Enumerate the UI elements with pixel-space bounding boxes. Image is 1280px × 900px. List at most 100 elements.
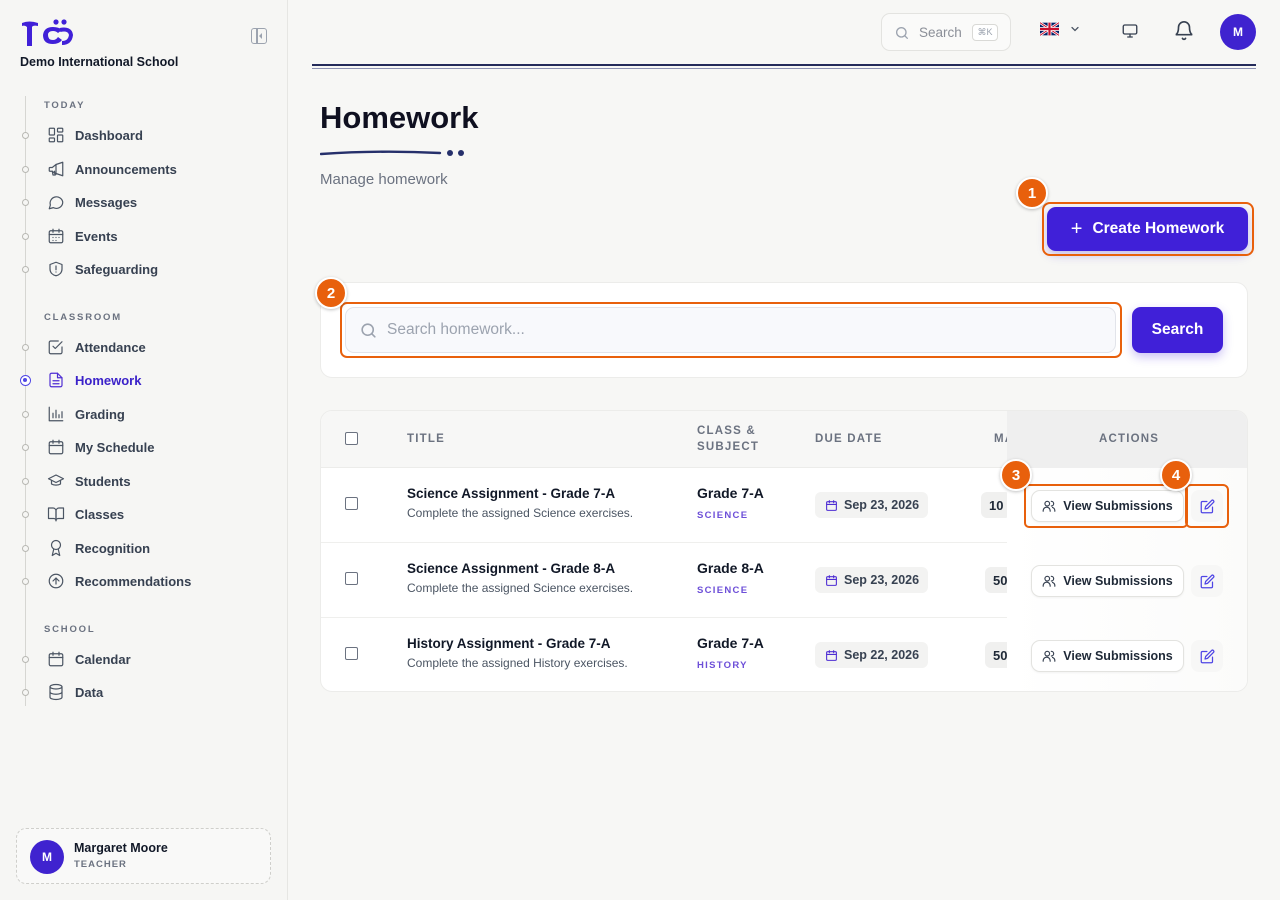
sidebar-item-calendar[interactable]: Calendar [0,646,270,672]
sidebar-item-announcements[interactable]: Announcements [0,156,270,182]
nav-dot [22,577,29,585]
view-submissions-button[interactable]: View Submissions [1031,640,1184,672]
keyboard-shortcut-badge: ⌘K [972,24,998,41]
sidebar-item-events[interactable]: Events [0,223,270,249]
bell-icon [1175,21,1193,41]
chevron-down-icon [1071,26,1079,32]
column-header-subject: SUBJECT [697,441,760,453]
avatar: M [30,840,64,874]
due-date-text: Sep 22, 2026 [844,648,920,662]
user-role: TEACHER [74,859,127,870]
view-submissions-button[interactable]: View Submissions [1031,490,1184,522]
sidebar-item-safeguarding[interactable]: Safeguarding [0,256,270,282]
edit-homework-button[interactable] [1191,490,1223,522]
bar-chart-icon [47,405,65,423]
edit-homework-button[interactable] [1191,640,1223,672]
users-icon [1042,650,1056,662]
sidebar-item-recognition[interactable]: Recognition [0,535,270,561]
sidebar: Demo International School TODAY Dashboar… [0,0,288,900]
header-divider [312,64,1256,69]
due-date-text: Sep 23, 2026 [844,498,920,512]
sidebar-item-label: Announcements [75,161,177,177]
sidebar-item-label: Recommendations [75,573,192,589]
homework-description: Complete the assigned Science exercises. [407,506,634,520]
book-icon [47,505,65,523]
section-label-school: SCHOOL [44,624,96,635]
due-date-badge: Sep 23, 2026 [815,567,929,593]
collapse-sidebar-icon[interactable] [251,28,267,44]
row-checkbox[interactable] [345,497,358,510]
sidebar-item-my-schedule[interactable]: My Schedule [0,434,270,460]
calendar-icon [47,227,65,245]
class-name: Grade 8-A [697,560,764,576]
due-date-badge: Sep 23, 2026 [815,492,929,518]
language-selector[interactable] [1040,22,1081,36]
nav-dot [22,655,29,663]
search-placeholder: Search homework... [387,321,525,338]
sidebar-item-label: Recognition [75,540,151,556]
subject-name: SCIENCE [697,510,749,521]
homework-table: TITLE CLASS & SUBJECT DUE DATE MA ACTION… [320,410,1248,692]
marks-badge: 50 [985,567,1007,593]
sidebar-item-attendance[interactable]: Attendance [0,334,270,360]
homework-title[interactable]: History Assignment - Grade 7-A [407,636,611,651]
display-mode-button[interactable] [1121,22,1139,45]
award-icon [47,539,65,557]
homework-title[interactable]: Science Assignment - Grade 8-A [407,561,615,576]
sidebar-item-label: Messages [75,194,138,210]
nav-dot [22,477,29,485]
page-subtitle: Manage homework [320,171,448,188]
global-search-label: Search [919,25,962,40]
edit-icon [1200,499,1214,513]
message-icon [47,193,65,211]
homework-description: Complete the assigned History exercises. [407,656,628,670]
view-submissions-button[interactable]: View Submissions [1031,565,1184,597]
sidebar-item-label: Classes [75,506,125,522]
edit-icon [1200,574,1214,588]
arrow-up-circle-icon [47,572,65,590]
sidebar-item-dashboard[interactable]: Dashboard [0,122,270,148]
sidebar-item-homework[interactable]: Homework [0,367,270,393]
sidebar-item-classes[interactable]: Classes [0,501,270,527]
edit-homework-button[interactable] [1191,565,1223,597]
sidebar-item-label: Homework [75,372,142,388]
user-name: Margaret Moore [74,841,168,855]
search-button[interactable]: Search [1132,307,1223,353]
sidebar-item-grading[interactable]: Grading [0,401,270,427]
due-date-badge: Sep 22, 2026 [815,642,929,668]
brand-logo-icon[interactable] [20,18,74,48]
nav-dot [22,510,29,518]
create-homework-label: Create Homework [1092,220,1225,237]
callout-badge-4: 4 [1160,459,1192,491]
notifications-button[interactable] [1173,20,1195,47]
document-icon [47,371,65,389]
marks-badge: 50 [985,642,1007,668]
create-homework-button[interactable]: + Create Homework [1047,207,1248,251]
sidebar-item-recommendations[interactable]: Recommendations [0,568,270,594]
search-input[interactable]: Search homework... [345,307,1116,353]
select-all-checkbox[interactable] [345,432,358,445]
subject-name: HISTORY [697,660,748,671]
avatar[interactable]: M [1220,14,1256,50]
class-name: Grade 7-A [697,485,764,501]
homework-title[interactable]: Science Assignment - Grade 7-A [407,486,615,501]
row-checkbox[interactable] [345,647,358,660]
sidebar-item-label: Dashboard [75,127,143,143]
marks-cell: 10 [981,492,1007,518]
sidebar-item-messages[interactable]: Messages [0,189,270,215]
row-checkbox[interactable] [345,572,358,585]
column-header-class: CLASS & [697,425,756,437]
nav-dot [22,410,29,418]
column-header-due-date: DUE DATE [815,433,883,445]
sidebar-item-data[interactable]: Data [0,679,270,705]
users-icon [1042,575,1056,587]
column-header-title: TITLE [407,433,445,445]
nav-dot [22,265,29,273]
checkbox-icon [47,338,65,356]
sidebar-item-students[interactable]: Students [0,468,270,494]
view-submissions-label: View Submissions [1063,574,1173,588]
marks-badge: 10 [981,492,1007,518]
user-profile-card[interactable]: M Margaret Moore TEACHER [16,828,271,884]
school-name: Demo International School [20,55,179,69]
nav-dot [22,544,29,552]
